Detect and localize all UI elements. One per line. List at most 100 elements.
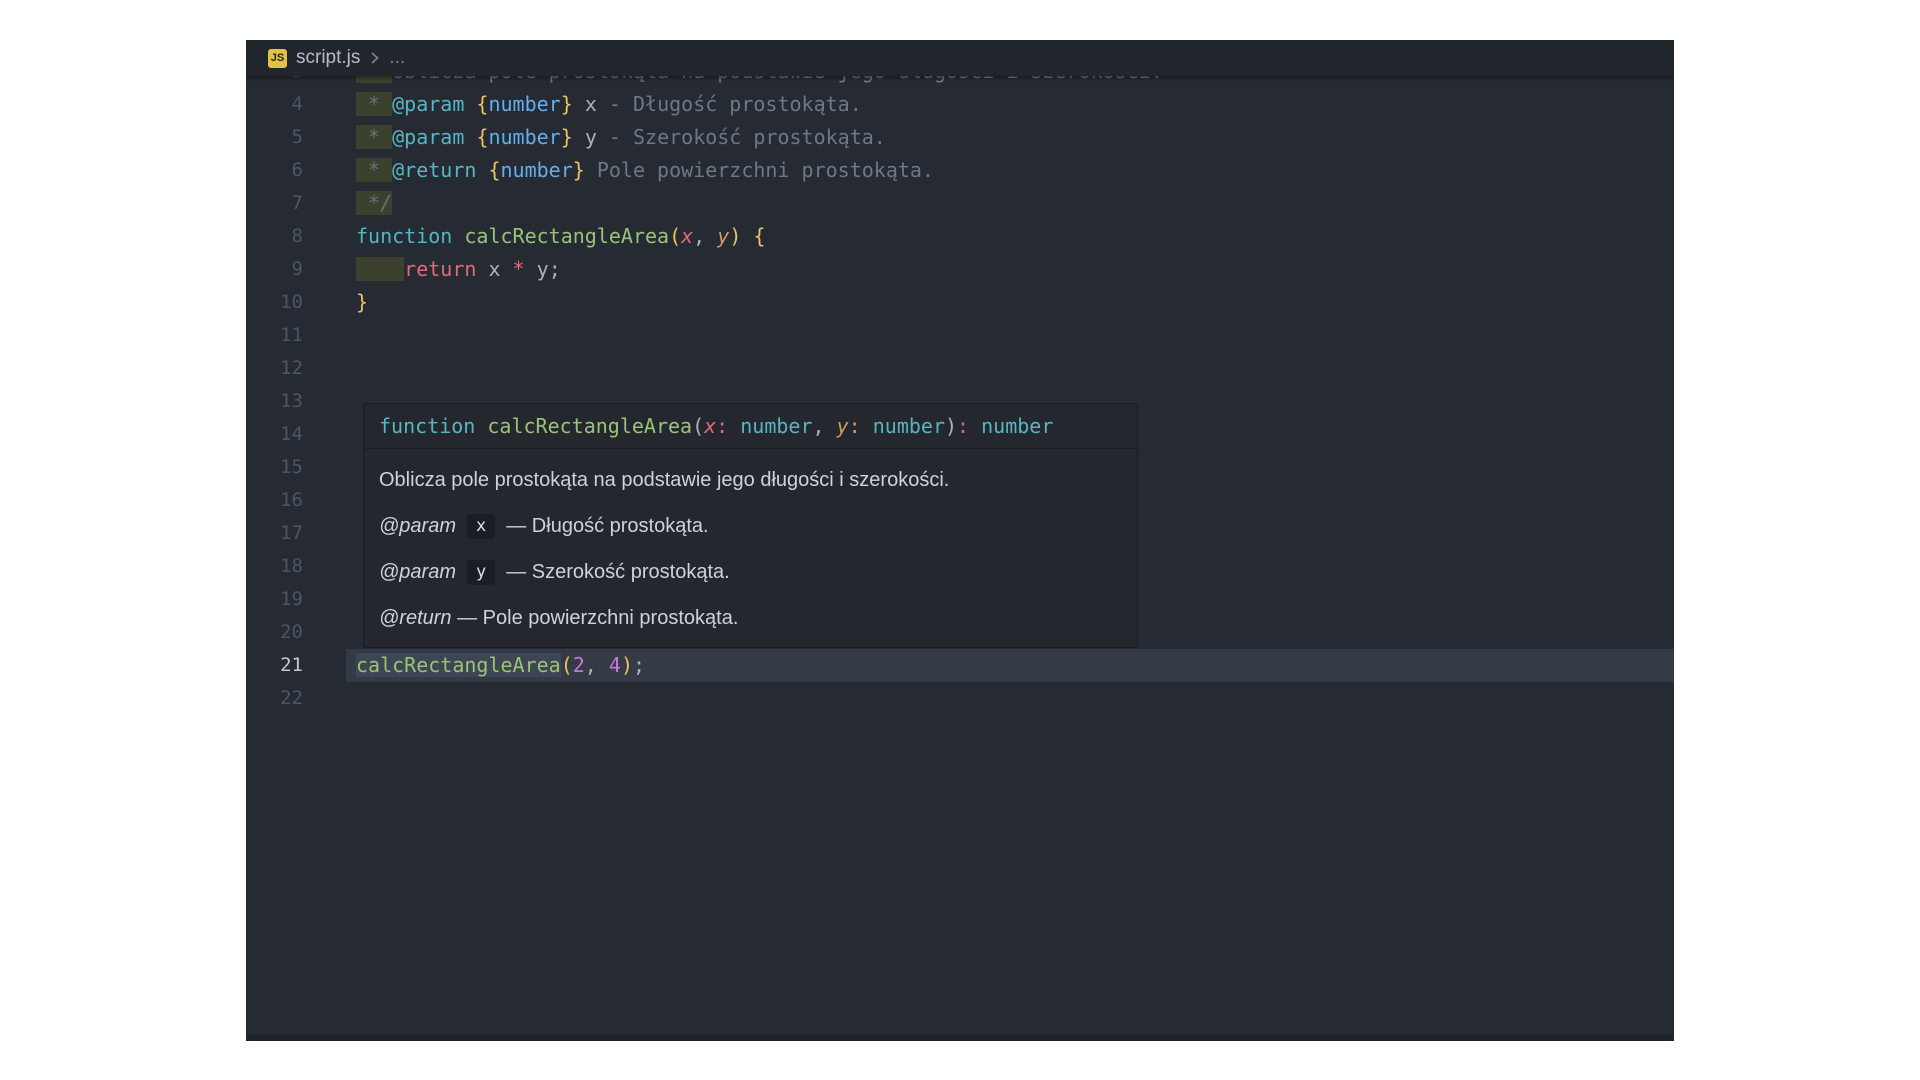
code-token xyxy=(464,92,476,116)
code-token: calcRectangleArea xyxy=(464,224,669,248)
code-token: y xyxy=(837,414,849,438)
code-token: @return xyxy=(392,158,476,182)
code-token: */ xyxy=(356,191,392,215)
line-number[interactable]: 18 xyxy=(246,550,303,583)
code-token: Oblicza pole prostokąta na podstawie jeg… xyxy=(392,76,1163,83)
code-token: { xyxy=(488,158,500,182)
code-line[interactable]: * Oblicza pole prostokąta na podstawie j… xyxy=(356,76,1163,88)
code-token: ) xyxy=(729,224,741,248)
breadcrumb-item-filename[interactable]: script.js xyxy=(296,47,360,69)
code-token: function xyxy=(379,414,475,438)
code-line[interactable]: * @param {number} y - Szerokość prostoką… xyxy=(356,121,886,154)
code-token: x xyxy=(681,224,693,248)
tooltip-description: Oblicza pole prostokąta na podstawie jeg… xyxy=(379,457,1122,503)
param-name-chip: x xyxy=(467,514,495,539)
line-number[interactable]: 7 xyxy=(246,187,303,220)
code-token: number xyxy=(873,414,945,438)
code-token: y xyxy=(525,257,549,281)
code-line[interactable]: * @return {number} Pole powierzchni pros… xyxy=(356,154,934,187)
code-line[interactable]: } xyxy=(356,286,368,319)
code-line[interactable]: function calcRectangleArea(x, y) { xyxy=(356,220,765,253)
code-token: * xyxy=(356,92,392,116)
breadcrumb-item-more[interactable]: ... xyxy=(389,47,405,69)
code-token: { xyxy=(476,92,488,116)
code-token xyxy=(475,414,487,438)
code-token xyxy=(476,158,488,182)
code-token: function xyxy=(356,224,452,248)
line-number[interactable]: 16 xyxy=(246,484,303,517)
code-token: ) xyxy=(945,414,957,438)
code-token: x xyxy=(585,92,597,116)
code-token: , xyxy=(813,414,837,438)
line-number[interactable]: 14 xyxy=(246,418,303,451)
line-number[interactable]: 17 xyxy=(246,517,303,550)
line-number[interactable]: 12 xyxy=(246,352,303,385)
line-number[interactable]: 6 xyxy=(246,154,303,187)
code-token xyxy=(741,224,753,248)
code-token: : xyxy=(849,414,861,438)
code-token: { xyxy=(753,224,765,248)
line-number[interactable]: 15 xyxy=(246,451,303,484)
code-token: * xyxy=(356,125,392,149)
code-token: calcRectangleArea xyxy=(356,653,561,677)
line-number[interactable]: 10 xyxy=(246,286,303,319)
code-token: - Szerokość prostokąta. xyxy=(597,125,886,149)
jsdoc-tag: @param xyxy=(379,561,456,584)
line-number[interactable]: 13 xyxy=(246,385,303,418)
code-line[interactable]: * @param {number} x - Długość prostokąta… xyxy=(356,88,862,121)
code-line[interactable]: return x * y; xyxy=(356,253,561,286)
line-number[interactable]: 4 xyxy=(246,88,303,121)
code-line[interactable]: calcRectangleArea(2, 4); xyxy=(356,649,645,682)
code-token: : xyxy=(716,414,728,438)
code-token: number xyxy=(981,414,1053,438)
breadcrumb[interactable]: JS script.js ... xyxy=(246,40,1674,76)
tooltip-jsdoc-row: @paramy— Szerokość prostokąta. xyxy=(379,549,1122,595)
code-token xyxy=(969,414,981,438)
code-token: ) xyxy=(621,653,633,677)
tooltip-body: Oblicza pole prostokąta na podstawie jeg… xyxy=(364,449,1137,647)
editor-window: JS script.js ... 34567891011121314151617… xyxy=(246,40,1674,1041)
code-token: : xyxy=(957,414,969,438)
code-token: } xyxy=(561,92,573,116)
chevron-right-icon xyxy=(368,50,381,66)
code-token: 4 xyxy=(609,653,621,677)
line-number[interactable]: 5 xyxy=(246,121,303,154)
param-name-chip: y xyxy=(467,560,495,585)
code-token xyxy=(573,125,585,149)
line-number[interactable]: 9 xyxy=(246,253,303,286)
code-token xyxy=(356,257,404,281)
code-token: number xyxy=(488,125,560,149)
gutter: 345678910111213141516171819202122 xyxy=(246,76,303,1034)
code-token: * xyxy=(356,158,392,182)
code-token xyxy=(452,224,464,248)
code-token: @param xyxy=(392,92,464,116)
screenshot-canvas: JS script.js ... 34567891011121314151617… xyxy=(0,0,1920,1080)
code-token: y xyxy=(585,125,597,149)
code-token: y xyxy=(717,224,729,248)
line-number[interactable]: 8 xyxy=(246,220,303,253)
line-number[interactable]: 3 xyxy=(246,76,303,88)
line-number[interactable]: 19 xyxy=(246,583,303,616)
code-token: } xyxy=(356,290,368,314)
line-number[interactable]: 20 xyxy=(246,616,303,649)
code-token: x xyxy=(476,257,512,281)
code-token: Pole powierzchni prostokąta. xyxy=(585,158,934,182)
line-number[interactable]: 21 xyxy=(246,649,303,682)
code-token xyxy=(728,414,740,438)
code-token: ; xyxy=(549,257,561,281)
code-token: ; xyxy=(633,653,645,677)
line-number[interactable]: 22 xyxy=(246,682,303,715)
code-line[interactable]: */ xyxy=(356,187,392,220)
window-bottom-edge xyxy=(246,1034,1674,1041)
code-token: number xyxy=(740,414,812,438)
code-token: x xyxy=(704,414,716,438)
code-token: * xyxy=(513,257,525,281)
line-number[interactable]: 11 xyxy=(246,319,303,352)
code-token: * xyxy=(356,76,392,83)
code-token xyxy=(573,92,585,116)
code-token: } xyxy=(561,125,573,149)
javascript-file-icon: JS xyxy=(268,49,287,68)
code-token: ( xyxy=(692,414,704,438)
hover-tooltip: function calcRectangleArea(x: number, y:… xyxy=(363,403,1138,648)
tooltip-jsdoc-row: @return — Pole powierzchni prostokąta. xyxy=(379,595,1122,641)
